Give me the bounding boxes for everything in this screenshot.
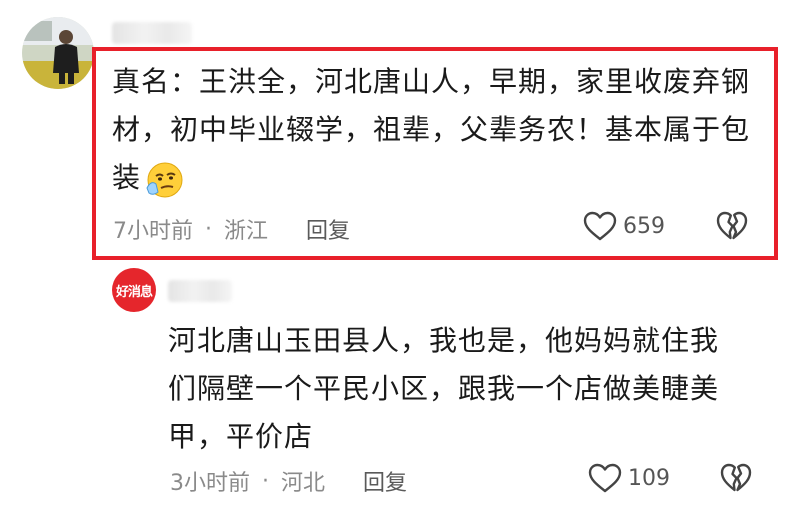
comment-line: 们隔壁一个平民小区，跟我一个店做美睫美 <box>168 372 720 405</box>
like-button[interactable]: 109 <box>588 463 670 493</box>
username-obscured[interactable] <box>168 280 232 302</box>
comment-time: 7小时前 <box>113 219 193 244</box>
broken-heart-icon <box>720 463 752 492</box>
separator-dot: · <box>205 216 212 242</box>
thinking-face-emoji <box>143 158 185 200</box>
comment-line: 材，初中毕业辍学，祖辈，父辈务农！基本属于包 <box>112 113 751 146</box>
comment-text: 真名：王洪全，河北唐山人，早期，家里收废弃钢 材，初中毕业辍学，祖辈，父辈务农！… <box>112 58 772 202</box>
comment-line: 河北唐山玉田县人，我也是，他妈妈就住我 <box>168 324 720 357</box>
reply-button[interactable]: 回复 <box>363 465 407 497</box>
reply-button[interactable]: 回复 <box>306 213 350 245</box>
avatar[interactable]: 好消息 <box>112 268 156 312</box>
heart-outline-icon <box>588 463 622 493</box>
avatar[interactable] <box>22 17 94 89</box>
avatar-text: 好消息 <box>115 284 153 300</box>
like-count: 109 <box>628 465 670 491</box>
comment-location: 浙江 <box>224 219 269 244</box>
comment-time: 3小时前 <box>170 471 250 496</box>
heart-outline-icon <box>583 211 617 241</box>
dislike-button[interactable] <box>720 463 752 497</box>
comment-line: 装 <box>112 154 772 202</box>
comment-location: 河北 <box>281 471 326 496</box>
separator-dot: · <box>262 468 269 494</box>
comment-meta: 3小时前 · 河北 回复 <box>170 465 407 497</box>
broken-heart-icon <box>716 211 748 240</box>
comment-meta: 7小时前 · 浙江 回复 <box>113 213 350 245</box>
username-obscured[interactable] <box>112 22 192 44</box>
comment-line: 甲，平价店 <box>168 420 314 453</box>
dislike-button[interactable] <box>716 211 748 245</box>
comment-line: 真名：王洪全，河北唐山人，早期，家里收废弃钢 <box>112 65 751 98</box>
like-button[interactable]: 659 <box>583 211 665 241</box>
comment-text: 河北唐山玉田县人，我也是，他妈妈就住我 们隔壁一个平民小区，跟我一个店做美睫美 … <box>168 317 788 461</box>
like-count: 659 <box>623 213 665 239</box>
